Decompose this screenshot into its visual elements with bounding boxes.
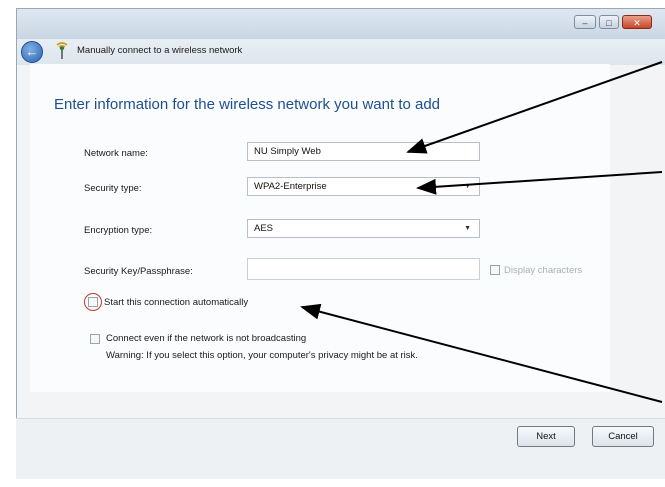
annotation-arrow-security-type — [416, 171, 663, 195]
annotation-arrow-start-automatically — [300, 303, 663, 403]
annotation-arrows — [300, 61, 663, 403]
annotation-arrow-network-name — [406, 61, 663, 154]
